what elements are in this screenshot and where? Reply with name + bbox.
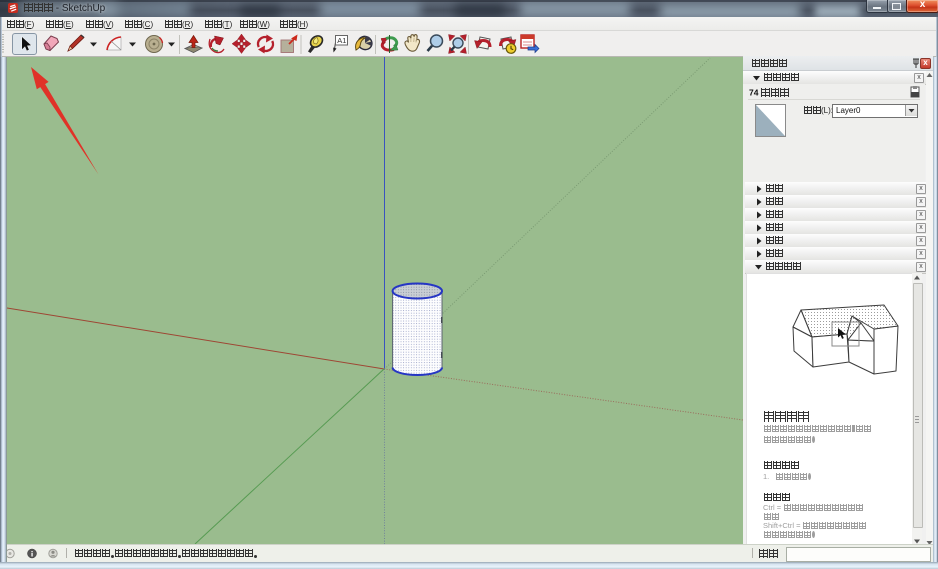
- svg-text:A1: A1: [337, 36, 346, 45]
